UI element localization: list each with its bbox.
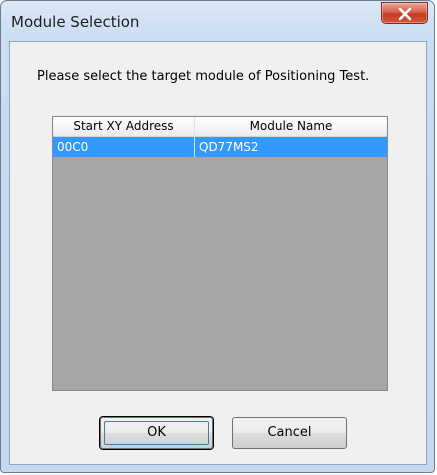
close-button[interactable]	[381, 2, 428, 24]
cancel-button[interactable]: Cancel	[232, 417, 347, 449]
title-bar[interactable]: Module Selection	[1, 1, 434, 41]
ok-button[interactable]: OK	[100, 417, 213, 449]
column-header-start-xy-address[interactable]: Start XY Address	[53, 117, 195, 136]
cell-module-name: QD77MS2	[199, 140, 259, 154]
window-title: Module Selection	[11, 13, 140, 31]
module-list[interactable]: Start XY Address Module Name 00C0 QD77MS…	[52, 116, 388, 391]
cancel-button-label: Cancel	[267, 425, 312, 440]
module-selection-window: Module Selection Please select the targe…	[0, 0, 435, 473]
cell-start-xy-address: 00C0	[53, 137, 195, 157]
column-header-module-name[interactable]: Module Name	[195, 117, 387, 136]
table-row[interactable]: 00C0 QD77MS2	[53, 137, 387, 157]
dialog-body: Please select the target module of Posit…	[9, 41, 427, 465]
focus-rectangle	[104, 421, 209, 445]
instruction-text: Please select the target module of Posit…	[37, 69, 370, 84]
close-icon	[398, 7, 412, 21]
list-header: Start XY Address Module Name	[53, 117, 387, 137]
